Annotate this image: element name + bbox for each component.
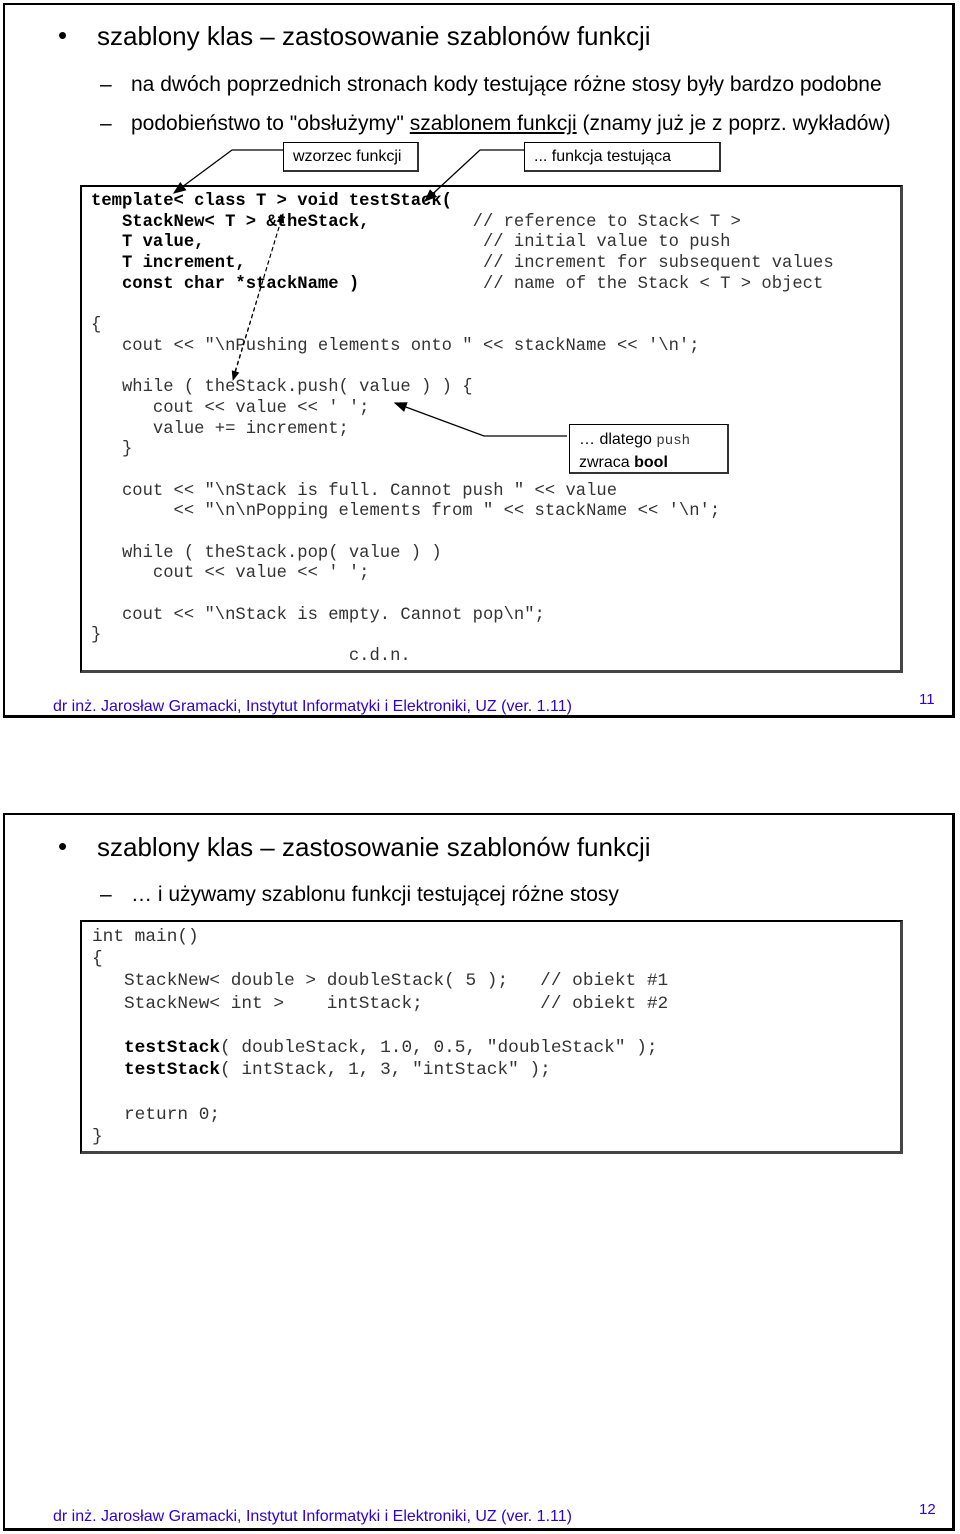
- code-line: testStack( doubleStack, 1.0, 0.5, "doubl…: [92, 1037, 668, 1059]
- code-line: }: [92, 1126, 668, 1148]
- arrow: [424, 149, 524, 202]
- code-line: StackNew< int > intStack; // obiekt #2: [92, 993, 668, 1015]
- code-line: testStack( intStack, 1, 3, "intStack" );: [92, 1059, 668, 1081]
- code-text: }: [92, 1126, 103, 1147]
- code-text: int main(): [92, 927, 199, 947]
- dashed-arrow: [231, 213, 284, 381]
- code-bold: testStack: [92, 1037, 221, 1058]
- code-bold: testStack: [92, 1060, 221, 1081]
- code-text: ( intStack, 1, 3, "intStack" );: [220, 1060, 551, 1081]
- code-text: StackNew< int > intStack; // obiekt #2: [92, 993, 669, 1014]
- bullet-text: … i używamy szablonu funkcji testującej …: [131, 883, 619, 906]
- code-block: int main(){ StackNew< double > doubleSta…: [80, 920, 903, 1154]
- code-line: StackNew< double > doubleStack( 5 ); // …: [92, 970, 668, 992]
- bullet-dot: •: [58, 831, 68, 861]
- footer-author: dr inż. Jarosław Gramacki, Instytut Info…: [53, 698, 572, 715]
- code-text: return 0;: [92, 1104, 221, 1125]
- annotation-arrows: [172, 149, 567, 437]
- code-line: int main(): [92, 926, 668, 948]
- page-number: 12: [919, 1501, 936, 1518]
- arrow: [393, 402, 567, 437]
- code-text: ( doubleStack, 1.0, 0.5, "doubleStack" )…: [220, 1037, 658, 1058]
- code-line: {: [92, 948, 668, 970]
- slide-title: szablony klas – zastosowanie szablonów f…: [97, 832, 651, 862]
- code-line: return 0;: [92, 1104, 668, 1126]
- dash: –: [100, 883, 112, 906]
- footer-author: dr inż. Jarosław Gramacki, Instytut Info…: [53, 1508, 572, 1525]
- arrow: [172, 149, 283, 194]
- code-text: StackNew< double > doubleStack( 5 ); // …: [92, 971, 669, 992]
- code-text: {: [92, 949, 103, 970]
- page-number: 11: [919, 691, 935, 708]
